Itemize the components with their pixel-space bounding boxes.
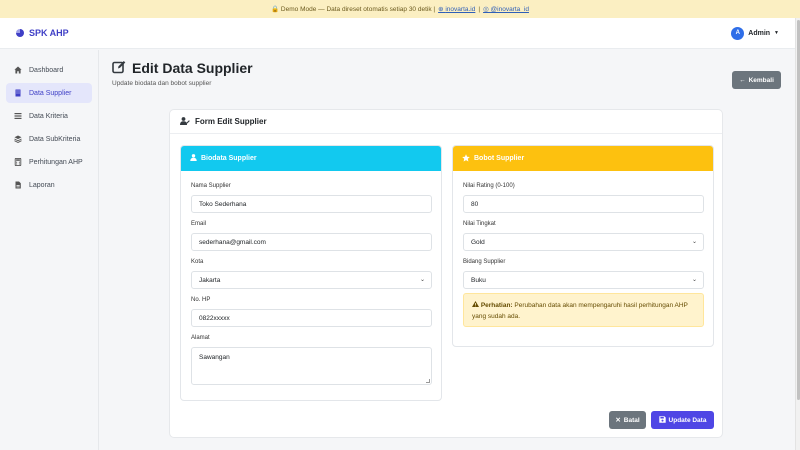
alamat-value: Sawangan bbox=[199, 354, 230, 361]
bidang-value: Buku bbox=[471, 276, 486, 284]
sidebar-item-dashboard[interactable]: Dashboard bbox=[6, 60, 92, 80]
sidebar-item-data-supplier[interactable]: Data Supplier bbox=[6, 83, 92, 103]
bidang-label: Bidang Supplier bbox=[463, 259, 506, 265]
bidang-select[interactable]: Buku ⌄ bbox=[463, 271, 704, 289]
biodata-panel-title: Biodata Supplier bbox=[201, 155, 257, 162]
demo-banner: 🔒 Demo Mode — Data direset otomatis seti… bbox=[0, 0, 800, 18]
brand-name: SPK AHP bbox=[29, 28, 69, 38]
banner-text: 🔒 Demo Mode — Data direset otomatis seti… bbox=[271, 6, 436, 13]
warning-icon bbox=[472, 301, 481, 309]
sidebar: Dashboard Data Supplier Data Kriteria Da… bbox=[0, 50, 99, 450]
top-navbar: SPK AHP A Admin ▼ bbox=[0, 18, 795, 49]
hp-input[interactable]: 0822xxxxx bbox=[191, 309, 432, 327]
bobot-panel-title: Bobot Supplier bbox=[474, 155, 525, 162]
alamat-textarea[interactable]: Sawangan bbox=[191, 347, 432, 385]
star-icon bbox=[462, 153, 470, 164]
rating-field-group: Nilai Rating (0-100) 80 bbox=[463, 183, 704, 213]
home-icon bbox=[14, 66, 22, 74]
chevron-down-icon: ⌄ bbox=[691, 239, 697, 245]
resize-handle[interactable] bbox=[426, 379, 430, 383]
edit-icon bbox=[112, 60, 126, 76]
tingkat-label: Nilai Tingkat bbox=[463, 221, 496, 227]
nama-label: Nama Supplier bbox=[191, 183, 231, 189]
update-button-label: Update Data bbox=[668, 416, 707, 424]
biodata-panel-header: Biodata Supplier bbox=[181, 146, 441, 171]
alamat-label: Alamat bbox=[191, 335, 210, 341]
sidebar-item-data-subkriteria[interactable]: Data SubKriteria bbox=[6, 129, 92, 149]
building-icon bbox=[14, 89, 22, 97]
nama-input[interactable]: Toko Sederhana bbox=[191, 195, 432, 213]
form-card: Form Edit Supplier Biodata Supplier Nama… bbox=[169, 109, 723, 438]
bobot-panel-header: Bobot Supplier bbox=[453, 146, 713, 171]
save-icon bbox=[658, 415, 666, 425]
page-scrollbar[interactable] bbox=[795, 18, 800, 450]
layers-icon bbox=[14, 135, 22, 143]
sidebar-item-label: Data SubKriteria bbox=[29, 135, 81, 143]
user-menu[interactable]: A Admin ▼ bbox=[731, 26, 779, 40]
update-button[interactable]: Update Data bbox=[651, 411, 714, 429]
cancel-button[interactable]: ✕ Batal bbox=[609, 411, 646, 429]
caret-down-icon: ▼ bbox=[774, 30, 779, 36]
user-name: Admin bbox=[748, 29, 771, 37]
hp-value: 0822xxxxx bbox=[199, 314, 230, 322]
user-edit-icon bbox=[180, 116, 190, 127]
sidebar-item-laporan[interactable]: Laporan bbox=[6, 175, 92, 195]
instagram-link-label: @inovarta_id bbox=[490, 6, 529, 13]
rating-label: Nilai Rating (0-100) bbox=[463, 183, 515, 189]
pie-chart-icon bbox=[16, 29, 24, 37]
instagram-link[interactable]: ◎ @inovarta_id bbox=[483, 5, 529, 13]
email-input[interactable]: sederhana@gmail.com bbox=[191, 233, 432, 251]
email-field-group: Email sederhana@gmail.com bbox=[191, 221, 432, 251]
sidebar-item-data-kriteria[interactable]: Data Kriteria bbox=[6, 106, 92, 126]
form-title: Form Edit Supplier bbox=[195, 117, 267, 126]
email-value: sederhana@gmail.com bbox=[199, 238, 266, 246]
brand[interactable]: SPK AHP bbox=[16, 28, 69, 38]
sidebar-item-label: Perhitungan AHP bbox=[29, 158, 83, 166]
sidebar-item-label: Data Kriteria bbox=[29, 112, 68, 120]
tingkat-value: Gold bbox=[471, 238, 485, 246]
calculator-icon bbox=[14, 158, 22, 166]
back-button-label: Kembali bbox=[748, 76, 774, 84]
sidebar-item-label: Data Supplier bbox=[29, 89, 72, 97]
page-subtitle: Update biodata dan bobot supplier bbox=[112, 80, 212, 87]
email-label: Email bbox=[191, 221, 207, 227]
sidebar-item-perhitungan-ahp[interactable]: Perhitungan AHP bbox=[6, 152, 92, 172]
warning-alert: Perhatian: Perubahan data akan mempengar… bbox=[463, 293, 704, 327]
kota-value: Jakarta bbox=[199, 276, 221, 284]
kota-select[interactable]: Jakarta ⌄ bbox=[191, 271, 432, 289]
banner-separator: | bbox=[478, 5, 481, 13]
back-button[interactable]: ← Kembali bbox=[732, 71, 781, 89]
hp-label: No. HP bbox=[191, 297, 211, 303]
rating-value: 80 bbox=[471, 200, 479, 208]
alamat-field-group: Alamat Sawangan bbox=[191, 335, 432, 385]
sidebar-item-label: Dashboard bbox=[29, 66, 64, 74]
page-title: Edit Data Supplier bbox=[132, 60, 253, 76]
arrow-left-icon: ← bbox=[739, 76, 746, 84]
website-link[interactable]: ⊕ inovarta.id bbox=[438, 5, 475, 13]
list-icon bbox=[14, 112, 22, 120]
bobot-panel: Bobot Supplier Nilai Rating (0-100) 80 N… bbox=[452, 145, 714, 347]
chevron-down-icon: ⌄ bbox=[691, 277, 697, 283]
tingkat-select[interactable]: Gold ⌄ bbox=[463, 233, 704, 251]
rating-input[interactable]: 80 bbox=[463, 195, 704, 213]
alert-strong: Perhatian: bbox=[480, 302, 513, 309]
sidebar-item-label: Laporan bbox=[29, 181, 55, 189]
biodata-panel: Biodata Supplier Nama Supplier Toko Sede… bbox=[180, 145, 442, 401]
chevron-down-icon: ⌄ bbox=[419, 277, 425, 283]
kota-field-group: Kota Jakarta ⌄ bbox=[191, 259, 432, 289]
close-icon: ✕ bbox=[615, 417, 621, 424]
kota-label: Kota bbox=[191, 259, 204, 265]
cancel-button-label: Batal bbox=[623, 416, 640, 424]
page-header: Edit Data Supplier Update biodata dan bo… bbox=[112, 60, 782, 87]
form-card-header: Form Edit Supplier bbox=[170, 110, 722, 134]
file-icon bbox=[14, 181, 22, 189]
nama-field-group: Nama Supplier Toko Sederhana bbox=[191, 183, 432, 213]
user-icon bbox=[190, 154, 197, 163]
website-link-label: inovarta.id bbox=[445, 6, 476, 13]
tingkat-field-group: Nilai Tingkat Gold ⌄ bbox=[463, 221, 704, 251]
nama-value: Toko Sederhana bbox=[199, 200, 247, 208]
avatar: A bbox=[731, 26, 745, 40]
hp-field-group: No. HP 0822xxxxx bbox=[191, 297, 432, 327]
bidang-field-group: Bidang Supplier Buku ⌄ bbox=[463, 259, 704, 289]
